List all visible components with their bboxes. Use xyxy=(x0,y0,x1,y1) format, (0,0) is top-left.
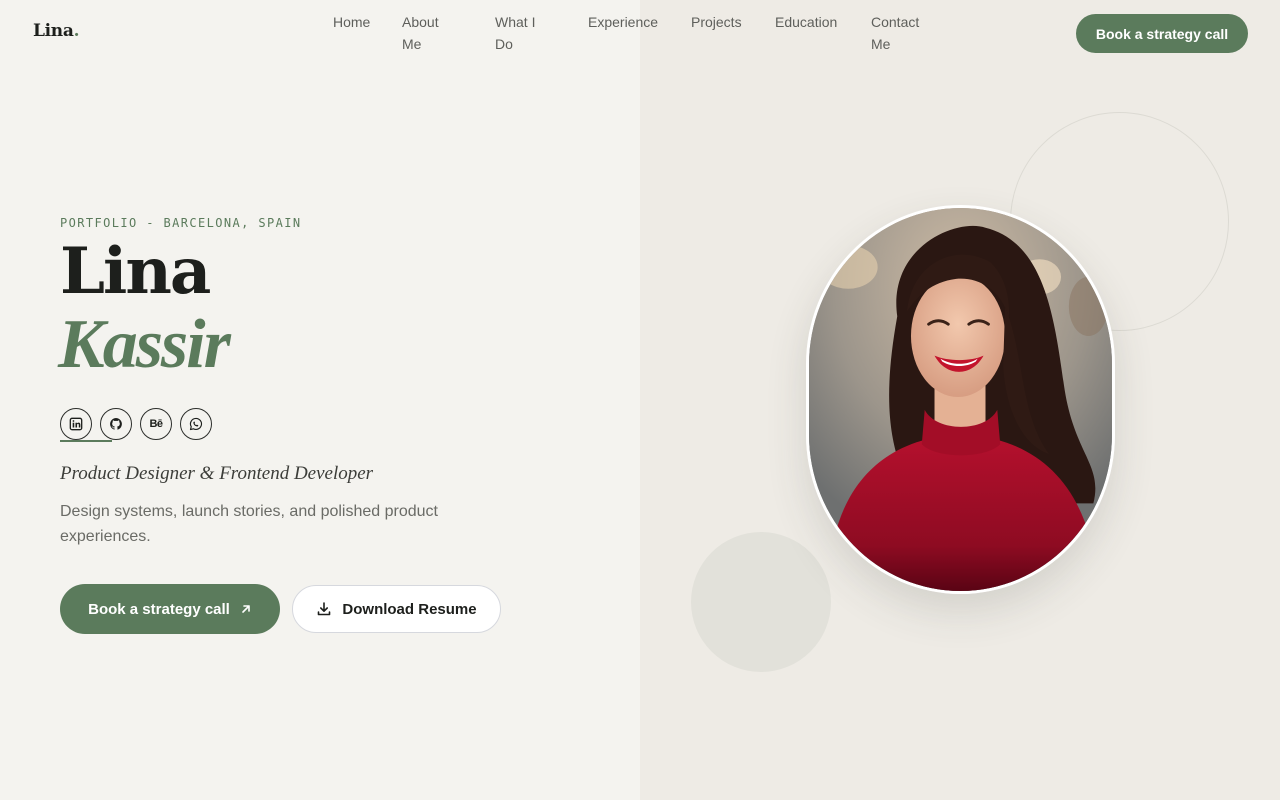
profile-photo xyxy=(806,205,1115,594)
github-icon xyxy=(110,418,122,430)
nav-about-me[interactable]: About Me xyxy=(402,11,454,55)
site-logo[interactable]: Lina. xyxy=(33,21,80,41)
social-active-indicator xyxy=(60,440,112,442)
whatsapp-link[interactable] xyxy=(180,408,212,440)
nav-education[interactable]: Education xyxy=(775,11,851,33)
github-link[interactable] xyxy=(100,408,132,440)
linkedin-icon xyxy=(69,417,83,431)
nav-experience[interactable]: Experience xyxy=(588,11,668,33)
book-strategy-call-label: Book a strategy call xyxy=(88,600,230,618)
portrait-illustration xyxy=(809,208,1112,591)
nav-what-i-do[interactable]: What I Do xyxy=(495,11,547,55)
nav-home[interactable]: Home xyxy=(333,11,383,33)
nav-contact-me[interactable]: Contact Me xyxy=(871,11,931,55)
behance-icon: Bē xyxy=(149,418,163,430)
arrow-up-right-icon xyxy=(242,605,250,613)
download-resume-label: Download Resume xyxy=(342,600,477,618)
hero-last-name: Kassir xyxy=(58,306,231,383)
hero-eyebrow: PORTFOLIO - BARCELONA, SPAIN xyxy=(60,216,302,230)
download-resume-button[interactable]: Download Resume xyxy=(292,585,501,633)
hero-role: Product Designer & Frontend Developer xyxy=(60,463,374,484)
whatsapp-icon xyxy=(189,417,203,431)
behance-link[interactable]: Bē xyxy=(140,408,172,440)
hero-description: Design systems, launch stories, and poli… xyxy=(60,503,438,545)
linkedin-link[interactable] xyxy=(60,408,92,440)
logo-dot: . xyxy=(73,21,80,41)
nav-projects[interactable]: Projects xyxy=(691,11,753,33)
social-links: Bē xyxy=(60,408,212,440)
download-icon xyxy=(318,602,331,616)
header-strategy-call-button[interactable]: Book a strategy call xyxy=(1076,14,1248,53)
book-strategy-call-button[interactable]: Book a strategy call xyxy=(60,584,280,634)
hero-first-name: Lina xyxy=(60,234,211,309)
logo-text: Lina xyxy=(33,21,74,41)
